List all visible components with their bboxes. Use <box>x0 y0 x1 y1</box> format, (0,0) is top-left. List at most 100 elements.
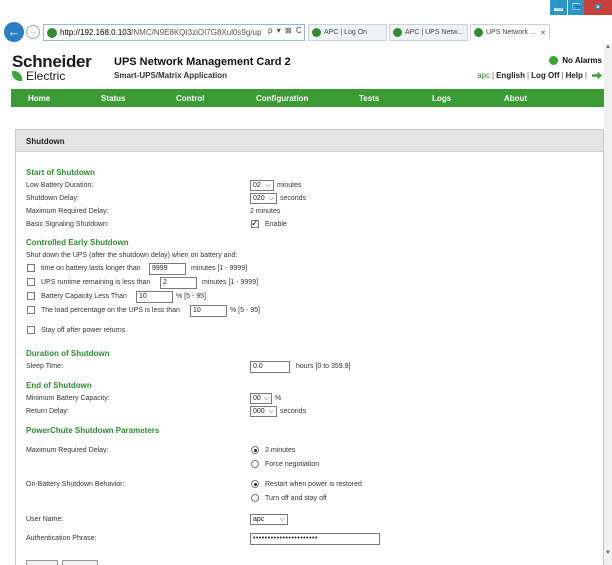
back-button[interactable]: ← <box>4 22 24 42</box>
runtime-remaining-input[interactable]: 2 <box>160 277 197 289</box>
battery-capacity-checkbox[interactable] <box>27 292 35 300</box>
return-delay-value: 000 <box>253 408 265 415</box>
menu-control[interactable]: Control <box>176 94 204 103</box>
tab-favicon-icon <box>393 28 402 37</box>
runtime-remaining-unit: minutes [1 - 9999] <box>202 279 259 286</box>
pc-user-name-value: apc <box>253 516 265 523</box>
pc-max-delay-2min-label: 2 minutes <box>265 447 296 454</box>
chevron-down-icon: ⌵ <box>263 395 269 402</box>
scroll-down-icon[interactable]: ▼ <box>604 550 612 559</box>
vertical-scrollbar[interactable]: ▲ ▼ <box>604 44 612 565</box>
main-menu: Home Status Control Configuration Tests … <box>11 89 604 107</box>
cancel-button[interactable] <box>62 560 98 565</box>
alarm-status-text: No Alarms <box>562 56 602 65</box>
min-battery-capacity-value: 00 <box>253 395 261 402</box>
chevron-down-icon: ⌵ <box>268 408 274 415</box>
load-percentage-unit: % [5 - 95] <box>230 307 260 314</box>
page-header: Schneider Electric UPS Network Managemen… <box>0 44 604 89</box>
shutdown-delay-value: 020 <box>253 195 265 202</box>
load-percentage-input[interactable]: 10 <box>190 305 227 317</box>
tab-apc-log-on[interactable]: APC | Log On <box>308 24 387 41</box>
low-battery-duration-select[interactable]: 02 ⌵ <box>250 180 274 191</box>
section-end-of-shutdown: End of Shutdown <box>26 381 92 390</box>
basic-signaling-enable-label: Enable <box>265 221 287 228</box>
tab-favicon-icon <box>312 28 321 37</box>
log-off-link[interactable]: Log Off <box>531 71 559 80</box>
tab-close-icon[interactable]: ✕ <box>540 29 546 37</box>
shutdown-delay-label: Shutdown Delay: <box>26 195 79 202</box>
shutdown-panel: Shutdown Start of Shutdown Low Battery D… <box>15 129 604 565</box>
alarm-status[interactable]: No Alarms <box>549 56 602 65</box>
section-duration-of-shutdown: Duration of Shutdown <box>26 349 110 358</box>
load-percentage-label: The load percentage on the UPS is less t… <box>41 307 180 314</box>
shutdown-delay-select[interactable]: 020 ⌵ <box>250 193 277 204</box>
tab-label: UPS Network ... <box>486 29 536 36</box>
stay-off-label: Stay off after power returns <box>41 327 126 334</box>
menu-about[interactable]: About <box>504 94 527 103</box>
menu-tests[interactable]: Tests <box>359 94 379 103</box>
low-battery-duration-unit: minutes <box>277 182 302 189</box>
basic-signaling-checkbox[interactable] <box>251 218 259 229</box>
tab-ups-network-active[interactable]: UPS Network ... ✕ <box>470 24 550 41</box>
schneider-electric-logo: Schneider Electric <box>12 53 104 85</box>
tab-favicon-icon <box>474 28 483 37</box>
address-bar[interactable]: http://192.168.0.103/NMC/N9E8KQI3ziOI7G8… <box>43 24 305 41</box>
help-link[interactable]: Help <box>566 71 583 80</box>
address-path: /NMC/N9E8KQI3ziOI7G8Xul0s9g/up <box>131 28 262 37</box>
product-title: UPS Network Management Card 2 <box>114 56 291 68</box>
tab-label: APC | Log On <box>324 29 368 36</box>
apply-button[interactable] <box>26 560 58 565</box>
chevron-down-icon: ⌵ <box>265 182 271 189</box>
min-battery-capacity-unit: % <box>275 395 282 402</box>
low-battery-duration-value: 02 <box>253 182 261 189</box>
tab-apc-ups-network[interactable]: APC | UPS Netw... <box>389 24 468 41</box>
chevron-down-icon: ⌵ <box>279 516 285 523</box>
min-battery-capacity-label: Minimum Battery Capacity: <box>26 395 110 402</box>
pc-auth-phrase-input[interactable]: •••••••••••••••••••••• <box>250 533 380 545</box>
battery-capacity-input[interactable]: 10 <box>136 291 173 303</box>
low-battery-duration-label: Low Battery Duration: <box>26 182 94 189</box>
user-links: apc | English | Log Off | Help | <box>477 71 602 80</box>
window-titlebar: ▬ ❐ ✕ <box>0 0 612 20</box>
sleep-time-input[interactable]: 0.0 <box>250 361 290 373</box>
stay-off-checkbox[interactable] <box>27 326 35 334</box>
pc-restart-label: Restart when power is restored <box>265 481 362 488</box>
time-on-battery-checkbox[interactable] <box>27 264 35 272</box>
panel-title: Shutdown <box>16 130 603 152</box>
menu-status[interactable]: Status <box>101 94 125 103</box>
max-required-delay-label: Maximum Required Delay: <box>26 208 109 215</box>
basic-signaling-label: Basic Signaling Shutdown: <box>26 221 109 228</box>
chevron-down-icon: ⌵ <box>268 195 274 202</box>
address-tools-icons[interactable]: ρ ▾ ⊠ C <box>268 26 303 35</box>
user-name-link[interactable]: apc <box>477 71 490 80</box>
scroll-up-icon[interactable]: ▲ <box>604 44 612 53</box>
load-percentage-checkbox[interactable] <box>27 306 35 314</box>
menu-configuration[interactable]: Configuration <box>256 94 308 103</box>
runtime-remaining-label: UPS runtime remaining is less than <box>41 279 151 286</box>
pc-turn-off-radio[interactable] <box>251 494 259 502</box>
forward-button[interactable]: → <box>26 25 40 39</box>
pc-max-delay-2min-radio[interactable] <box>251 446 259 454</box>
battery-capacity-label: Battery Capacity Less Than <box>41 293 127 300</box>
return-delay-label: Return Delay: <box>26 408 69 415</box>
exit-icon[interactable] <box>592 71 602 80</box>
min-battery-capacity-select[interactable]: 00 ⌵ <box>250 393 272 404</box>
page-content: Schneider Electric UPS Network Managemen… <box>0 44 604 565</box>
pc-restart-radio[interactable] <box>251 480 259 488</box>
section-controlled-early-shutdown: Controlled Early Shutdown <box>26 238 129 247</box>
return-delay-select[interactable]: 000 ⌵ <box>250 406 277 417</box>
time-on-battery-input[interactable]: 9999 <box>149 263 186 275</box>
time-on-battery-label: time on battery lasts longer than <box>41 265 141 272</box>
status-ok-icon <box>549 56 559 65</box>
pc-force-negotiation-radio[interactable] <box>251 460 259 468</box>
section-powerchute-parameters: PowerChute Shutdown Parameters <box>26 426 160 435</box>
logo-text-line2: Electric <box>12 70 104 82</box>
pc-user-name-select[interactable]: apc ⌵ <box>250 514 288 525</box>
runtime-remaining-checkbox[interactable] <box>27 278 35 286</box>
language-link[interactable]: English <box>496 71 525 80</box>
pc-behavior-label: On-Battery Shutdown Behavior: <box>26 481 125 488</box>
menu-logs[interactable]: Logs <box>432 94 451 103</box>
menu-home[interactable]: Home <box>28 94 50 103</box>
browser-toolbar-icons[interactable]: ⌂ ★ ✿ <box>557 2 606 13</box>
logo-text-line1: Schneider <box>12 52 92 71</box>
